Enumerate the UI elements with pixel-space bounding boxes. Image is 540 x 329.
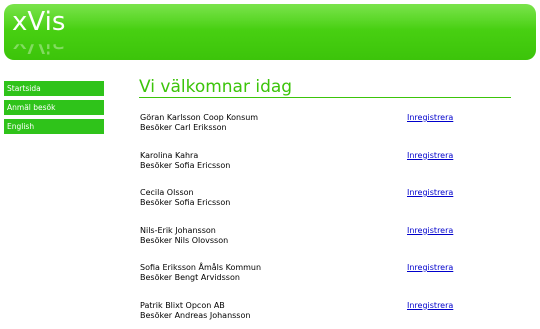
visitor-name: Cecila Olsson [140, 188, 194, 197]
register-link[interactable]: Inregistrera [407, 263, 453, 273]
visit-item: Sofia Eriksson Åmåls Kommun Besöker Beng… [140, 263, 520, 301]
sidebar-nav: Startsida Anmäl besök English [4, 81, 104, 138]
visitor-name: Göran Karlsson Coop Konsum [140, 113, 259, 122]
host-name: Besöker Nils Olovsson [140, 235, 229, 245]
visit-item: Göran Karlsson Coop Konsum Besöker Carl … [140, 113, 520, 151]
visit-item: Cecila Olsson Besöker Sofia Ericsson Inr… [140, 188, 520, 226]
visit-item: Nils-Erik Johansson Besöker Nils Olovsso… [140, 226, 520, 264]
host-name: Besöker Andreas Johansson [140, 310, 251, 320]
page: xVis xVis Startsida Anmäl besök English … [0, 0, 540, 329]
host-name: Besöker Carl Eriksson [140, 123, 227, 132]
logo-text: xVis [12, 7, 66, 37]
title-divider [139, 97, 511, 98]
register-link[interactable]: Inregistrera [407, 226, 453, 236]
visit-item: Patrik Blixt Opcon AB Besöker Andreas Jo… [140, 301, 520, 329]
visitor-name: Karolina Kahra [140, 150, 199, 160]
visit-item: Karolina Kahra Besöker Sofia Ericsson In… [140, 151, 520, 189]
register-link[interactable]: Inregistrera [407, 113, 453, 123]
register-link[interactable]: Inregistrera [407, 188, 453, 198]
page-title: Vi välkomnar idag [139, 77, 293, 97]
logo[interactable]: xVis xVis [12, 9, 82, 55]
nav-item-anmal-besok[interactable]: Anmäl besök [4, 100, 104, 115]
register-link[interactable]: Inregistrera [407, 301, 453, 311]
host-name: Besöker Bengt Arvidsson [140, 273, 240, 282]
nav-item-english[interactable]: English [4, 119, 104, 134]
visitor-name: Sofia Eriksson Åmåls Kommun [140, 263, 262, 272]
host-name: Besöker Sofia Ericsson [140, 198, 231, 207]
visitor-name: Patrik Blixt Opcon AB [140, 300, 225, 310]
host-name: Besöker Sofia Ericsson [140, 160, 231, 170]
header-banner: xVis xVis [4, 4, 536, 60]
visit-list: Göran Karlsson Coop Konsum Besöker Carl … [140, 113, 520, 329]
nav-item-startsida[interactable]: Startsida [4, 81, 104, 96]
visitor-name: Nils-Erik Johansson [140, 225, 216, 235]
register-link[interactable]: Inregistrera [407, 151, 453, 161]
